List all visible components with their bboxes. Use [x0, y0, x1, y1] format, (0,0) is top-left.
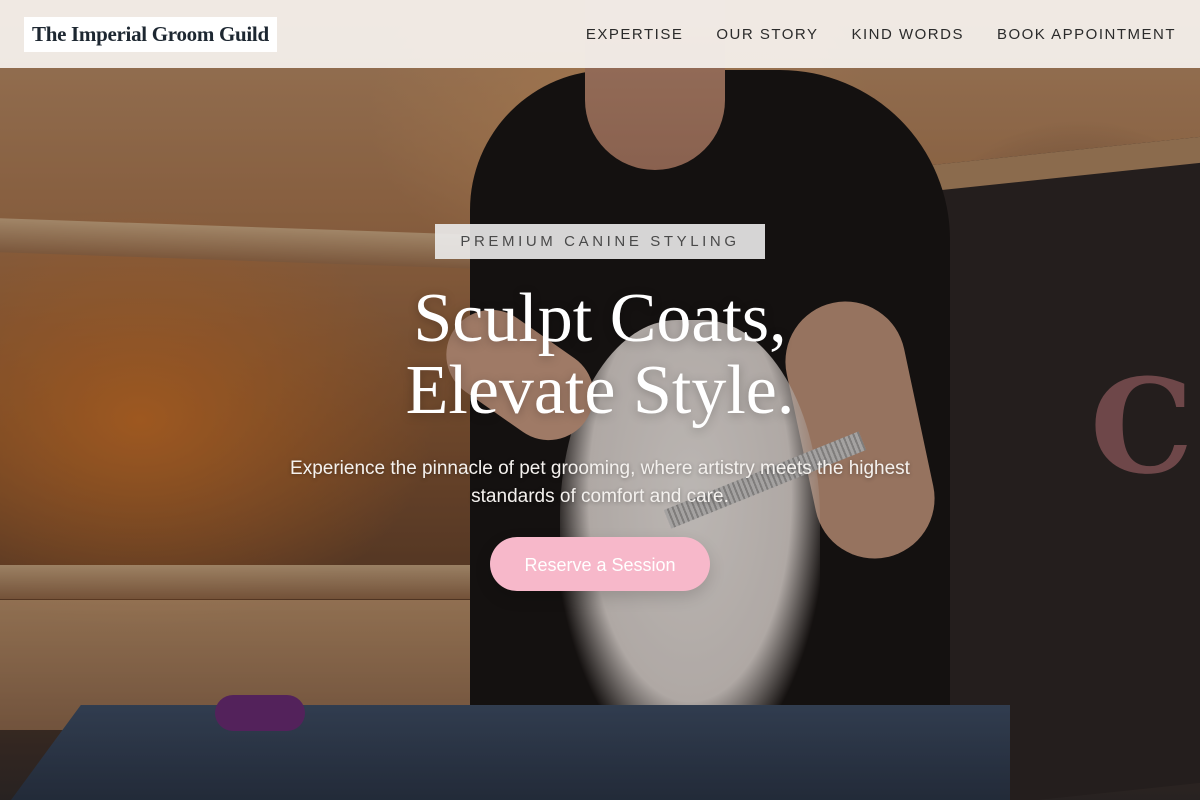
hero-headline-line-2: Elevate Style. [405, 352, 795, 429]
hero-section: PREMIUM CANINE STYLING Sculpt Coats, Ele… [0, 224, 1200, 591]
reserve-session-button[interactable]: Reserve a Session [490, 537, 710, 591]
main-nav: EXPERTISE OUR STORY KIND WORDS BOOK APPO… [586, 26, 1176, 43]
hero-eyebrow-badge: PREMIUM CANINE STYLING [435, 224, 765, 259]
landing-page: C The Imperial Groom Guild EXPERTISE OUR… [0, 0, 1200, 800]
hero-headline: Sculpt Coats, Elevate Style. [0, 283, 1200, 427]
nav-link-book-appointment[interactable]: BOOK APPOINTMENT [997, 26, 1176, 43]
site-header: The Imperial Groom Guild EXPERTISE OUR S… [0, 0, 1200, 68]
hero-headline-line-1: Sculpt Coats, [413, 280, 787, 357]
nav-link-our-story[interactable]: OUR STORY [716, 26, 818, 43]
site-logo[interactable]: The Imperial Groom Guild [24, 16, 277, 52]
nav-link-kind-words[interactable]: KIND WORDS [851, 26, 964, 43]
hero-subtext: Experience the pinnacle of pet grooming,… [290, 458, 910, 507]
nav-link-expertise[interactable]: EXPERTISE [586, 26, 683, 43]
